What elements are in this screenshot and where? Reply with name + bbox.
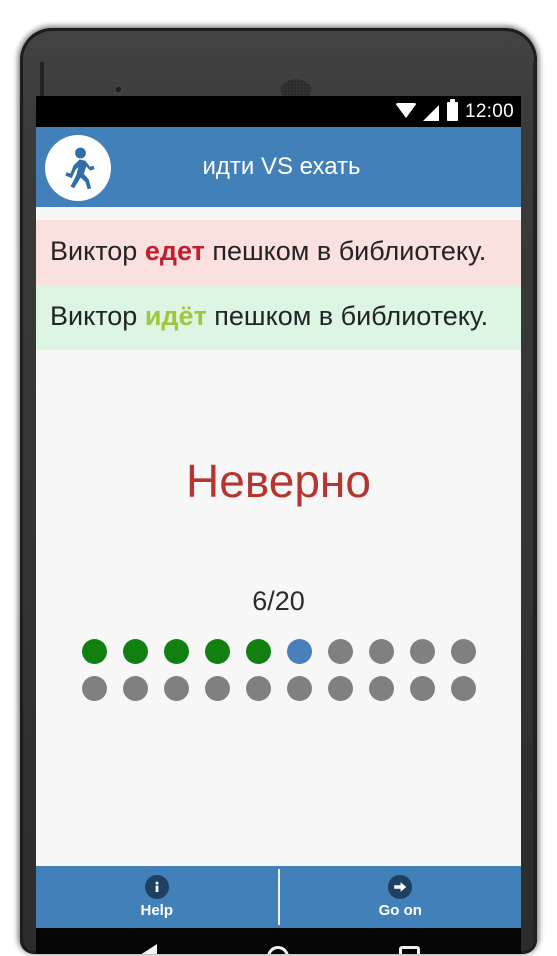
recents-icon[interactable]	[399, 946, 420, 954]
wifi-icon	[394, 103, 417, 118]
progress-dot	[409, 676, 435, 702]
progress-dot-row	[81, 676, 476, 702]
screenshot-root: 12:00 идти VS ехать Виктор едет пешком в…	[0, 0, 557, 956]
progress-dot	[81, 676, 107, 702]
home-icon[interactable]	[267, 945, 289, 954]
progress-dot	[409, 639, 435, 665]
question-counter: 6/20	[252, 586, 305, 617]
progress-dot	[368, 676, 394, 702]
back-icon[interactable]	[137, 943, 157, 954]
progress-dot	[204, 676, 230, 702]
wrong-sentence-highlight: едет	[144, 236, 205, 266]
correct-sentence-prefix: Виктор	[50, 301, 145, 332]
progress-dot	[163, 639, 189, 665]
correct-sentence-suffix: пешком в библиотеку.	[206, 301, 489, 332]
progress-dot-row	[81, 639, 476, 665]
progress-dot	[204, 639, 230, 665]
progress-dot	[245, 676, 271, 702]
bezel-right	[533, 62, 537, 942]
android-nav-bar	[36, 928, 521, 954]
progress-dot	[450, 639, 476, 665]
progress-dots	[36, 639, 521, 702]
status-bar-clock: 12:00	[464, 100, 514, 122]
correct-sentence-highlight: идёт	[144, 301, 207, 332]
verdict-text: Неверно	[186, 455, 371, 508]
progress-dot	[450, 676, 476, 702]
app-bar: идти VS ехать	[36, 127, 521, 207]
progress-dot	[327, 639, 353, 665]
exercise-content: Виктор едет пешком в библиотеку. Виктор …	[36, 207, 521, 866]
battery-icon	[446, 99, 458, 121]
status-bar: 12:00	[36, 96, 521, 127]
walking-person-icon	[45, 135, 111, 201]
go-on-button-label: Go on	[378, 902, 422, 919]
go-on-button[interactable]: Go on	[280, 866, 522, 928]
progress-dot	[122, 639, 148, 665]
info-icon	[144, 875, 169, 899]
correct-sentence-card: Виктор идёт пешком в библиотеку.	[36, 285, 521, 351]
progress-dot	[163, 676, 189, 702]
progress-dot	[245, 639, 271, 665]
wrong-sentence-suffix: пешком в библиотеку.	[204, 236, 487, 266]
progress-dot	[368, 639, 394, 665]
progress-dot	[327, 676, 353, 702]
wrong-sentence-prefix: Виктор	[50, 236, 145, 266]
progress-dot	[286, 676, 312, 702]
front-camera-icon	[114, 85, 123, 94]
phone-screen: 12:00 идти VS ехать Виктор едет пешком в…	[36, 96, 521, 954]
help-button-label: Help	[140, 902, 173, 919]
arrow-right-icon	[388, 875, 413, 899]
bottom-action-bar: Help Go on	[36, 866, 521, 928]
signal-icon	[422, 104, 439, 121]
help-button[interactable]: Help	[36, 866, 278, 928]
wrong-sentence-card: Виктор едет пешком в библиотеку.	[36, 220, 521, 286]
progress-dot	[122, 676, 148, 702]
status-bar-icons	[394, 99, 458, 121]
progress-dot	[81, 639, 107, 665]
progress-dot	[286, 639, 312, 665]
